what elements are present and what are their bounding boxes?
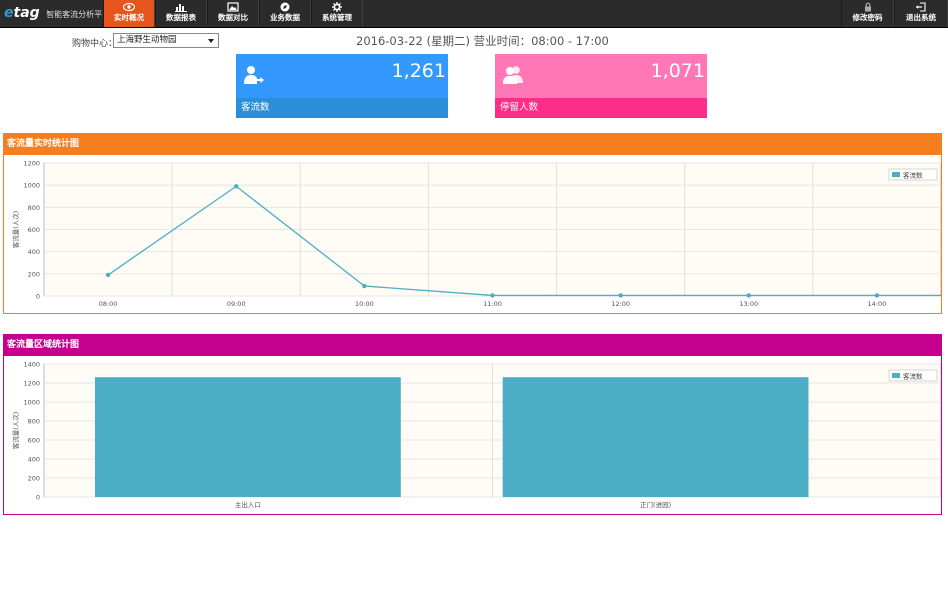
kpi-value: 1,071 <box>650 60 705 82</box>
legend-label: 客流数 <box>903 171 923 180</box>
nav-item-compare[interactable]: 数据对比 <box>207 0 259 27</box>
x-tick-label: 正门(进园) <box>640 500 671 509</box>
logout-button[interactable]: 退出系统 <box>894 0 948 27</box>
kpi-value: 1,261 <box>391 60 446 82</box>
logout-icon <box>916 2 926 12</box>
x-tick-label: 12:00 <box>611 300 630 308</box>
y-tick-label: 400 <box>28 248 40 256</box>
mall-selected-value: 上海野生动物园 <box>117 35 177 45</box>
x-tick-label: 10:00 <box>355 300 374 308</box>
y-tick-label: 0 <box>36 494 40 502</box>
eye-icon <box>123 2 135 12</box>
nav-item-system[interactable]: 系统管理 <box>311 0 363 27</box>
x-tick-label: 14:00 <box>868 300 887 308</box>
y-tick-label: 600 <box>28 226 40 234</box>
nav-label: 数据对比 <box>218 13 248 22</box>
realtime-chart-panel: 客流量实时统计图 0 200 400 600 800 1000 1200 客流量(人次) 客流数… <box>3 133 942 314</box>
data-point <box>746 293 751 298</box>
nav-item-reports[interactable]: 数据报表 <box>155 0 207 27</box>
kpi-card-visitors: 1,261 客流数 <box>236 54 448 118</box>
data-point <box>105 272 111 278</box>
bar-chart-icon <box>175 4 187 12</box>
y-tick-label: 0 <box>36 293 40 301</box>
bar-主出入口 <box>94 377 401 497</box>
legend-swatch <box>892 172 900 177</box>
data-point <box>362 283 367 289</box>
logo: etag <box>4 5 40 21</box>
kpi-card-staying: 1,071 停留人数 <box>495 54 707 118</box>
y-tick-label: 400 <box>28 456 40 464</box>
x-tick-label: 11:00 <box>483 300 502 308</box>
image-icon <box>227 2 239 12</box>
nav-label: 实时概况 <box>114 13 144 22</box>
app-subtitle: 智能客流分析平台 <box>46 10 111 19</box>
kpi-label: 停留人数 <box>495 98 707 118</box>
line-chart: 0 200 400 600 800 1000 1200 客流量(人次) 客流数 08:00 09:0… <box>11 160 941 308</box>
legend-swatch <box>892 373 900 378</box>
lock-icon <box>864 2 871 12</box>
nav-item-realtime[interactable]: 实时概况 <box>103 0 155 27</box>
y-tick-label: 1400 <box>23 361 40 369</box>
mall-select[interactable]: 上海野生动物园 <box>113 33 219 48</box>
chevron-down-icon <box>208 39 214 43</box>
area-chart-panel: 客流量区域统计图 0 200 400 600 800 1000 1200 1400 客流量(人次… <box>3 334 942 515</box>
x-tick-label: 主出入口 <box>235 500 261 509</box>
y-tick-label: 800 <box>28 204 40 212</box>
nav-label: 退出系统 <box>906 13 936 22</box>
y-tick-label: 200 <box>28 270 40 278</box>
x-tick-label: 13:00 <box>739 300 758 308</box>
nav-item-business[interactable]: 业务数据 <box>259 0 311 27</box>
data-point <box>234 184 239 189</box>
y-tick-label: 800 <box>28 418 40 426</box>
nav-label: 修改密码 <box>852 13 883 22</box>
date-business-hours: 2016-03-22 (星期二) 营业时间：08:00 - 17:00 <box>356 34 609 48</box>
nav-label: 数据报表 <box>166 13 196 22</box>
users-icon <box>503 66 523 84</box>
gear-icon <box>332 2 342 12</box>
panel-title: 客流量实时统计图 <box>3 133 942 155</box>
y-tick-label: 1200 <box>23 160 40 168</box>
legend-label: 客流数 <box>903 372 923 381</box>
nav-label: 业务数据 <box>270 13 300 22</box>
kpi-label: 客流数 <box>236 98 448 118</box>
y-tick-label: 600 <box>28 437 40 445</box>
top-navbar: etag 智能客流分析平台 实时概况 数据报表 数据对比 业务数据 系统管理 修… <box>0 0 948 28</box>
y-tick-label: 200 <box>28 475 40 483</box>
brand: etag 智能客流分析平台 <box>4 0 110 27</box>
y-axis-label: 客流量(人次) <box>11 211 20 249</box>
compass-icon <box>280 2 290 12</box>
change-password-button[interactable]: 修改密码 <box>841 0 894 27</box>
bar-chart: 0 200 400 600 800 1000 1200 1400 客流量(人次) 客流数主出入口 正… <box>11 361 941 509</box>
user-enter-icon <box>244 66 264 84</box>
y-tick-label: 1000 <box>23 182 40 190</box>
x-tick-label: 08:00 <box>99 300 118 308</box>
nav-label: 系统管理 <box>322 13 352 22</box>
mall-label: 购物中心： <box>72 39 118 49</box>
panel-title: 客流量区域统计图 <box>3 334 942 356</box>
data-point <box>618 293 623 298</box>
x-tick-label: 09:00 <box>227 300 246 308</box>
data-point <box>874 293 880 298</box>
data-point <box>490 293 495 298</box>
bar-正门(进园) <box>502 377 809 497</box>
y-tick-label: 1000 <box>23 399 40 407</box>
y-axis-label: 客流量(人次) <box>11 412 20 450</box>
y-tick-label: 1200 <box>23 380 40 388</box>
